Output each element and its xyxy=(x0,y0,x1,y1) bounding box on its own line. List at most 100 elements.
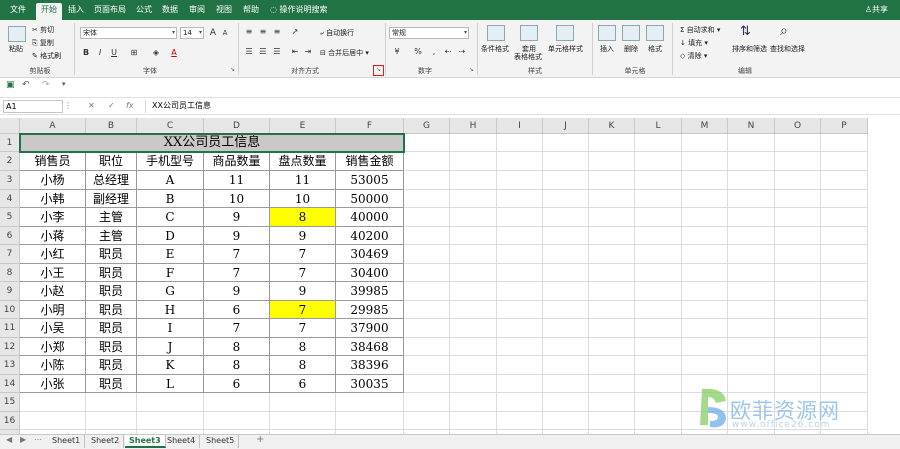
row-header[interactable]: 9 xyxy=(0,282,20,301)
data-cell[interactable]: 53005 xyxy=(336,171,404,190)
cell[interactable] xyxy=(821,264,868,282)
data-cell[interactable]: 10 xyxy=(204,190,270,208)
cell[interactable] xyxy=(404,301,450,319)
data-cell[interactable]: 职员 xyxy=(86,356,137,375)
customize-qat-icon[interactable]: ▾ xyxy=(62,80,66,88)
cell[interactable] xyxy=(775,152,821,171)
data-cell[interactable]: 9 xyxy=(204,208,270,227)
data-cell[interactable]: 7 xyxy=(270,245,336,264)
cell[interactable] xyxy=(589,356,635,375)
cell[interactable] xyxy=(497,375,543,393)
font-color-button[interactable]: A xyxy=(168,47,180,59)
cell[interactable] xyxy=(775,319,821,338)
sheet-tab-3[interactable]: Sheet3 xyxy=(125,435,166,448)
delete-cells-icon[interactable] xyxy=(622,25,640,41)
cell[interactable] xyxy=(543,208,589,227)
cell[interactable] xyxy=(543,264,589,282)
column-header[interactable]: D xyxy=(204,118,270,134)
column-header[interactable]: H xyxy=(450,118,497,134)
cell[interactable] xyxy=(450,356,497,375)
cell[interactable] xyxy=(86,393,137,412)
cell[interactable] xyxy=(450,375,497,393)
data-cell[interactable]: 小张 xyxy=(20,375,86,393)
cell[interactable] xyxy=(589,282,635,301)
header-cell[interactable]: 盘点数量 xyxy=(270,152,336,171)
cell[interactable] xyxy=(821,190,868,208)
next-sheet-icon[interactable]: ▶ xyxy=(20,435,26,444)
row-header[interactable]: 4 xyxy=(0,190,20,208)
delete-cells-button[interactable]: 删除 xyxy=(624,44,638,54)
cell[interactable] xyxy=(497,301,543,319)
cut-button[interactable]: ✂ 剪切 xyxy=(32,25,54,35)
cell[interactable] xyxy=(137,412,204,430)
cell[interactable] xyxy=(543,190,589,208)
cell[interactable] xyxy=(404,134,450,152)
cell[interactable] xyxy=(728,264,775,282)
data-cell[interactable]: 11 xyxy=(204,171,270,190)
redo-icon[interactable]: ↷ xyxy=(42,80,50,90)
row-header[interactable]: 1 xyxy=(0,134,20,152)
row-header[interactable]: 10 xyxy=(0,301,20,319)
data-cell[interactable]: K xyxy=(137,356,204,375)
data-cell[interactable]: 7 xyxy=(270,319,336,338)
cell[interactable] xyxy=(450,264,497,282)
tab-file[interactable]: 文件 xyxy=(8,4,28,20)
format-cells-icon[interactable] xyxy=(646,25,664,41)
data-cell[interactable]: 8 xyxy=(204,338,270,356)
cell[interactable] xyxy=(728,190,775,208)
cell[interactable] xyxy=(728,227,775,245)
copy-button[interactable]: ⎘ 复制 xyxy=(32,38,54,48)
cell[interactable] xyxy=(497,412,543,430)
cell[interactable] xyxy=(589,171,635,190)
data-cell[interactable]: 7 xyxy=(204,319,270,338)
cell[interactable] xyxy=(450,190,497,208)
cell[interactable] xyxy=(543,319,589,338)
dialog-launcher-icon[interactable]: ↘ xyxy=(467,66,476,75)
cell[interactable] xyxy=(635,134,682,152)
cell[interactable] xyxy=(821,338,868,356)
cell[interactable] xyxy=(821,301,868,319)
cell[interactable] xyxy=(775,208,821,227)
column-header[interactable]: C xyxy=(137,118,204,134)
cell[interactable] xyxy=(404,282,450,301)
column-header[interactable]: I xyxy=(497,118,543,134)
underline-button[interactable]: U xyxy=(108,47,120,59)
cell[interactable] xyxy=(497,134,543,152)
data-cell[interactable]: 职员 xyxy=(86,319,137,338)
cell[interactable] xyxy=(635,190,682,208)
add-sheet-button[interactable]: + xyxy=(256,434,264,445)
number-format-combo[interactable]: 常规 ▾ xyxy=(389,27,469,39)
cell[interactable] xyxy=(775,282,821,301)
column-header[interactable]: B xyxy=(86,118,137,134)
data-cell[interactable]: 11 xyxy=(270,171,336,190)
cell[interactable] xyxy=(270,412,336,430)
tab-insert[interactable]: 插入 xyxy=(66,4,86,20)
indent-icon[interactable]: ⇤ xyxy=(289,46,301,58)
cell[interactable] xyxy=(775,338,821,356)
cell[interactable] xyxy=(589,208,635,227)
cell[interactable] xyxy=(635,152,682,171)
alignment-dialog-launcher-icon[interactable]: ↘ xyxy=(373,65,384,76)
cell[interactable] xyxy=(404,245,450,264)
data-cell[interactable]: 小李 xyxy=(20,208,86,227)
select-all-corner[interactable] xyxy=(0,118,20,134)
data-cell[interactable]: 小吴 xyxy=(20,319,86,338)
cell[interactable] xyxy=(682,319,728,338)
data-cell[interactable]: 6 xyxy=(204,375,270,393)
align-right-icon[interactable]: ☰ xyxy=(271,46,283,58)
cell[interactable] xyxy=(589,245,635,264)
data-cell[interactable]: 小杨 xyxy=(20,171,86,190)
cell[interactable] xyxy=(497,338,543,356)
data-cell[interactable]: E xyxy=(137,245,204,264)
insert-function-icon[interactable]: fx xyxy=(126,101,134,110)
shrink-font-button[interactable]: A xyxy=(219,27,231,39)
cell[interactable] xyxy=(589,301,635,319)
cell[interactable] xyxy=(589,319,635,338)
conditional-format-icon[interactable] xyxy=(487,25,505,41)
cell[interactable] xyxy=(404,338,450,356)
cell[interactable] xyxy=(543,412,589,430)
cell[interactable] xyxy=(497,282,543,301)
decrease-decimal-icon[interactable]: ⇢ xyxy=(456,46,468,58)
data-cell[interactable]: 30469 xyxy=(336,245,404,264)
conditional-format-button[interactable]: 条件格式 xyxy=(481,44,509,54)
